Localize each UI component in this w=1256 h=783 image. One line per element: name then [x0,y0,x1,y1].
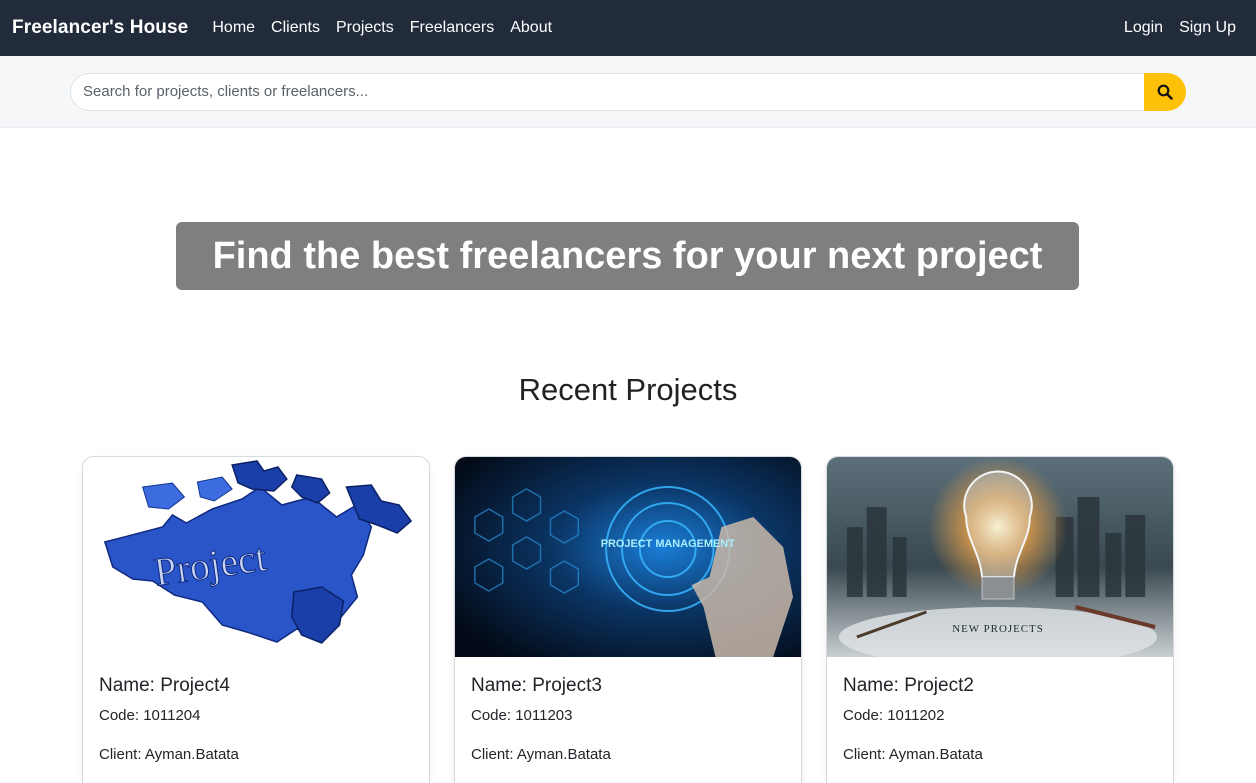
nav-link-about[interactable]: About [502,19,560,37]
project-name: Name: Project4 [99,675,230,696]
project-cards: Project Name: Project4 Code: 1011204 Cli… [82,456,1174,783]
project-client: Client: Ayman.Batata [99,746,239,763]
search-input[interactable] [70,72,1144,111]
nav-link-home[interactable]: Home [204,19,263,37]
recent-projects-title: Recent Projects [518,372,738,407]
project-code: Code: 1011204 [99,707,201,724]
card-body: Name: Project2 Code: 1011202 Client: Aym… [827,657,1173,763]
search-icon [1157,84,1173,100]
project-code: Code: 1011203 [471,707,573,724]
project-card[interactable]: PROJECT MANAGEMENT Name: Project3 Code: … [454,456,802,783]
project-card[interactable]: Project Name: Project4 Code: 1011204 Cli… [82,456,430,783]
nav-link-freelancers[interactable]: Freelancers [402,19,502,37]
navbar: Freelancer's House Home Clients Projects… [0,0,1256,56]
login-link[interactable]: Login [1116,19,1171,37]
signup-link[interactable]: Sign Up [1171,19,1244,37]
project-client: Client: Ayman.Batata [843,746,983,763]
project-image-management: PROJECT MANAGEMENT [455,457,801,657]
project-image-text: PROJECT MANAGEMENT [601,538,735,550]
hero-title: Find the best freelancers for your next … [212,234,1043,277]
search-bar [0,56,1256,128]
project-image-text: NEW PROJECTS [952,623,1044,635]
project-client: Client: Ayman.Batata [471,746,611,763]
nav-links: Home Clients Projects Freelancers About [204,19,560,37]
project-name: Name: Project3 [471,675,602,696]
search-button[interactable] [1144,72,1186,111]
project-image-puzzle: Project [83,457,429,657]
brand-logo[interactable]: Freelancer's House [12,17,188,39]
project-code: Code: 1011202 [843,707,945,724]
hero-banner: Find the best freelancers for your next … [176,222,1079,290]
search-group [70,72,1186,111]
auth-links: Login Sign Up [1116,19,1244,37]
card-body: Name: Project3 Code: 1011203 Client: Aym… [455,657,801,763]
project-image-lightbulb: NEW PROJECTS [827,457,1173,657]
project-name: Name: Project2 [843,675,974,696]
nav-link-clients[interactable]: Clients [263,19,328,37]
card-body: Name: Project4 Code: 1011204 Client: Aym… [83,657,429,763]
project-card[interactable]: NEW PROJECTS Name: Project2 Code: 101120… [826,456,1174,783]
nav-link-projects[interactable]: Projects [328,19,402,37]
